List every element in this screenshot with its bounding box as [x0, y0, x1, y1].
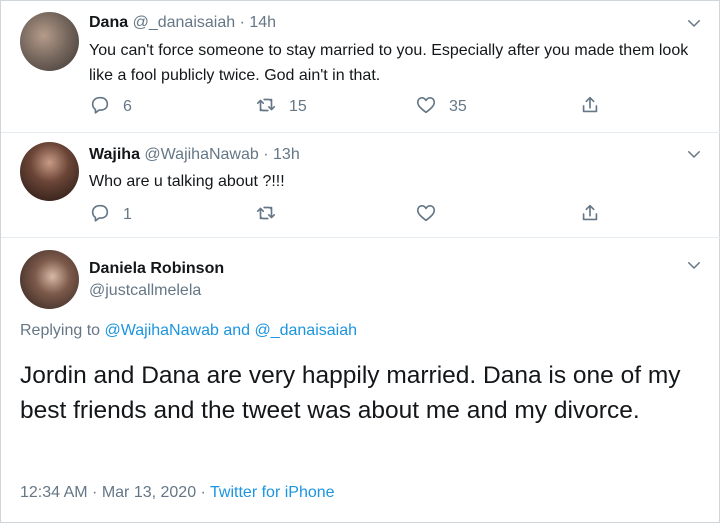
like-icon: [415, 94, 437, 121]
user-handle[interactable]: @WajihaNawab: [144, 146, 258, 163]
reply-and[interactable]: and: [223, 322, 250, 339]
avatar[interactable]: [20, 250, 79, 309]
retweet-button[interactable]: 15: [255, 96, 307, 118]
reply-button[interactable]: 6: [89, 96, 132, 118]
tweet-timestamp[interactable]: 12:34 AM · Mar 13, 2020 ·: [20, 484, 206, 501]
retweet-icon: [255, 202, 277, 229]
avatar[interactable]: [20, 12, 79, 71]
tweet-header: Dana @_danaisaiah · 14h: [89, 13, 276, 33]
timeline-frame: Dana @_danaisaiah · 14h You can't force …: [0, 0, 720, 523]
share-icon: [579, 94, 601, 121]
like-count: 35: [449, 98, 467, 115]
share-icon: [579, 202, 601, 229]
tweet-dana[interactable]: Dana @_danaisaiah · 14h You can't force …: [1, 1, 720, 133]
tweet-text: You can't force someone to stay married …: [89, 42, 689, 84]
like-button[interactable]: 35: [415, 96, 467, 118]
reply-icon: [89, 202, 111, 229]
reply-icon: [89, 94, 111, 121]
action-bar: 6 15 35: [89, 96, 649, 118]
timestamp[interactable]: 13h: [273, 146, 300, 163]
retweet-icon: [255, 94, 277, 121]
retweet-button[interactable]: [255, 204, 277, 226]
tweet-source-link[interactable]: Twitter for iPhone: [210, 484, 335, 501]
user-name[interactable]: Daniela Robinson: [89, 260, 224, 277]
retweet-count: 15: [289, 98, 307, 115]
tweet-text: Jordin and Dana are very happily married…: [20, 362, 681, 424]
replying-prefix: Replying to: [20, 322, 101, 339]
tweet-meta: 12:34 AM · Mar 13, 2020 · Twitter for iP…: [20, 484, 335, 502]
tweet-wajiha[interactable]: Wajiha @WajihaNawab · 13h Who are u talk…: [1, 133, 720, 238]
chevron-down-icon[interactable]: [685, 14, 703, 32]
user-name[interactable]: Wajiha: [89, 146, 140, 163]
replying-to: Replying to @WajihaNawab and @_danaisaia…: [20, 322, 357, 340]
user-handle[interactable]: @_danaisaiah: [133, 14, 236, 31]
separator: ·: [239, 14, 245, 31]
separator: ·: [263, 146, 269, 163]
timestamp[interactable]: 14h: [249, 14, 276, 31]
user-name[interactable]: Dana: [89, 14, 128, 31]
tweet-header: Wajiha @WajihaNawab · 13h: [89, 145, 300, 165]
reply-button[interactable]: 1: [89, 204, 132, 226]
action-bar: 1: [89, 204, 649, 226]
share-button[interactable]: [579, 96, 601, 118]
like-button[interactable]: [415, 204, 437, 226]
tweet-text: Who are u talking about ?!!!: [89, 173, 285, 190]
user-handle[interactable]: @justcallmelela: [89, 280, 224, 302]
tweet-header: Daniela Robinson @justcallmelela: [89, 258, 224, 302]
chevron-down-icon[interactable]: [685, 145, 703, 163]
tweet-daniela-main: Daniela Robinson @justcallmelela Replyin…: [1, 238, 720, 523]
reply-to-link-2[interactable]: @_danaisaiah: [254, 322, 357, 339]
reply-count: 6: [123, 98, 132, 115]
like-icon: [415, 202, 437, 229]
reply-count: 1: [123, 206, 132, 223]
avatar[interactable]: [20, 142, 79, 201]
chevron-down-icon[interactable]: [685, 256, 703, 274]
reply-to-link-1[interactable]: @WajihaNawab: [105, 322, 219, 339]
share-button[interactable]: [579, 204, 601, 226]
